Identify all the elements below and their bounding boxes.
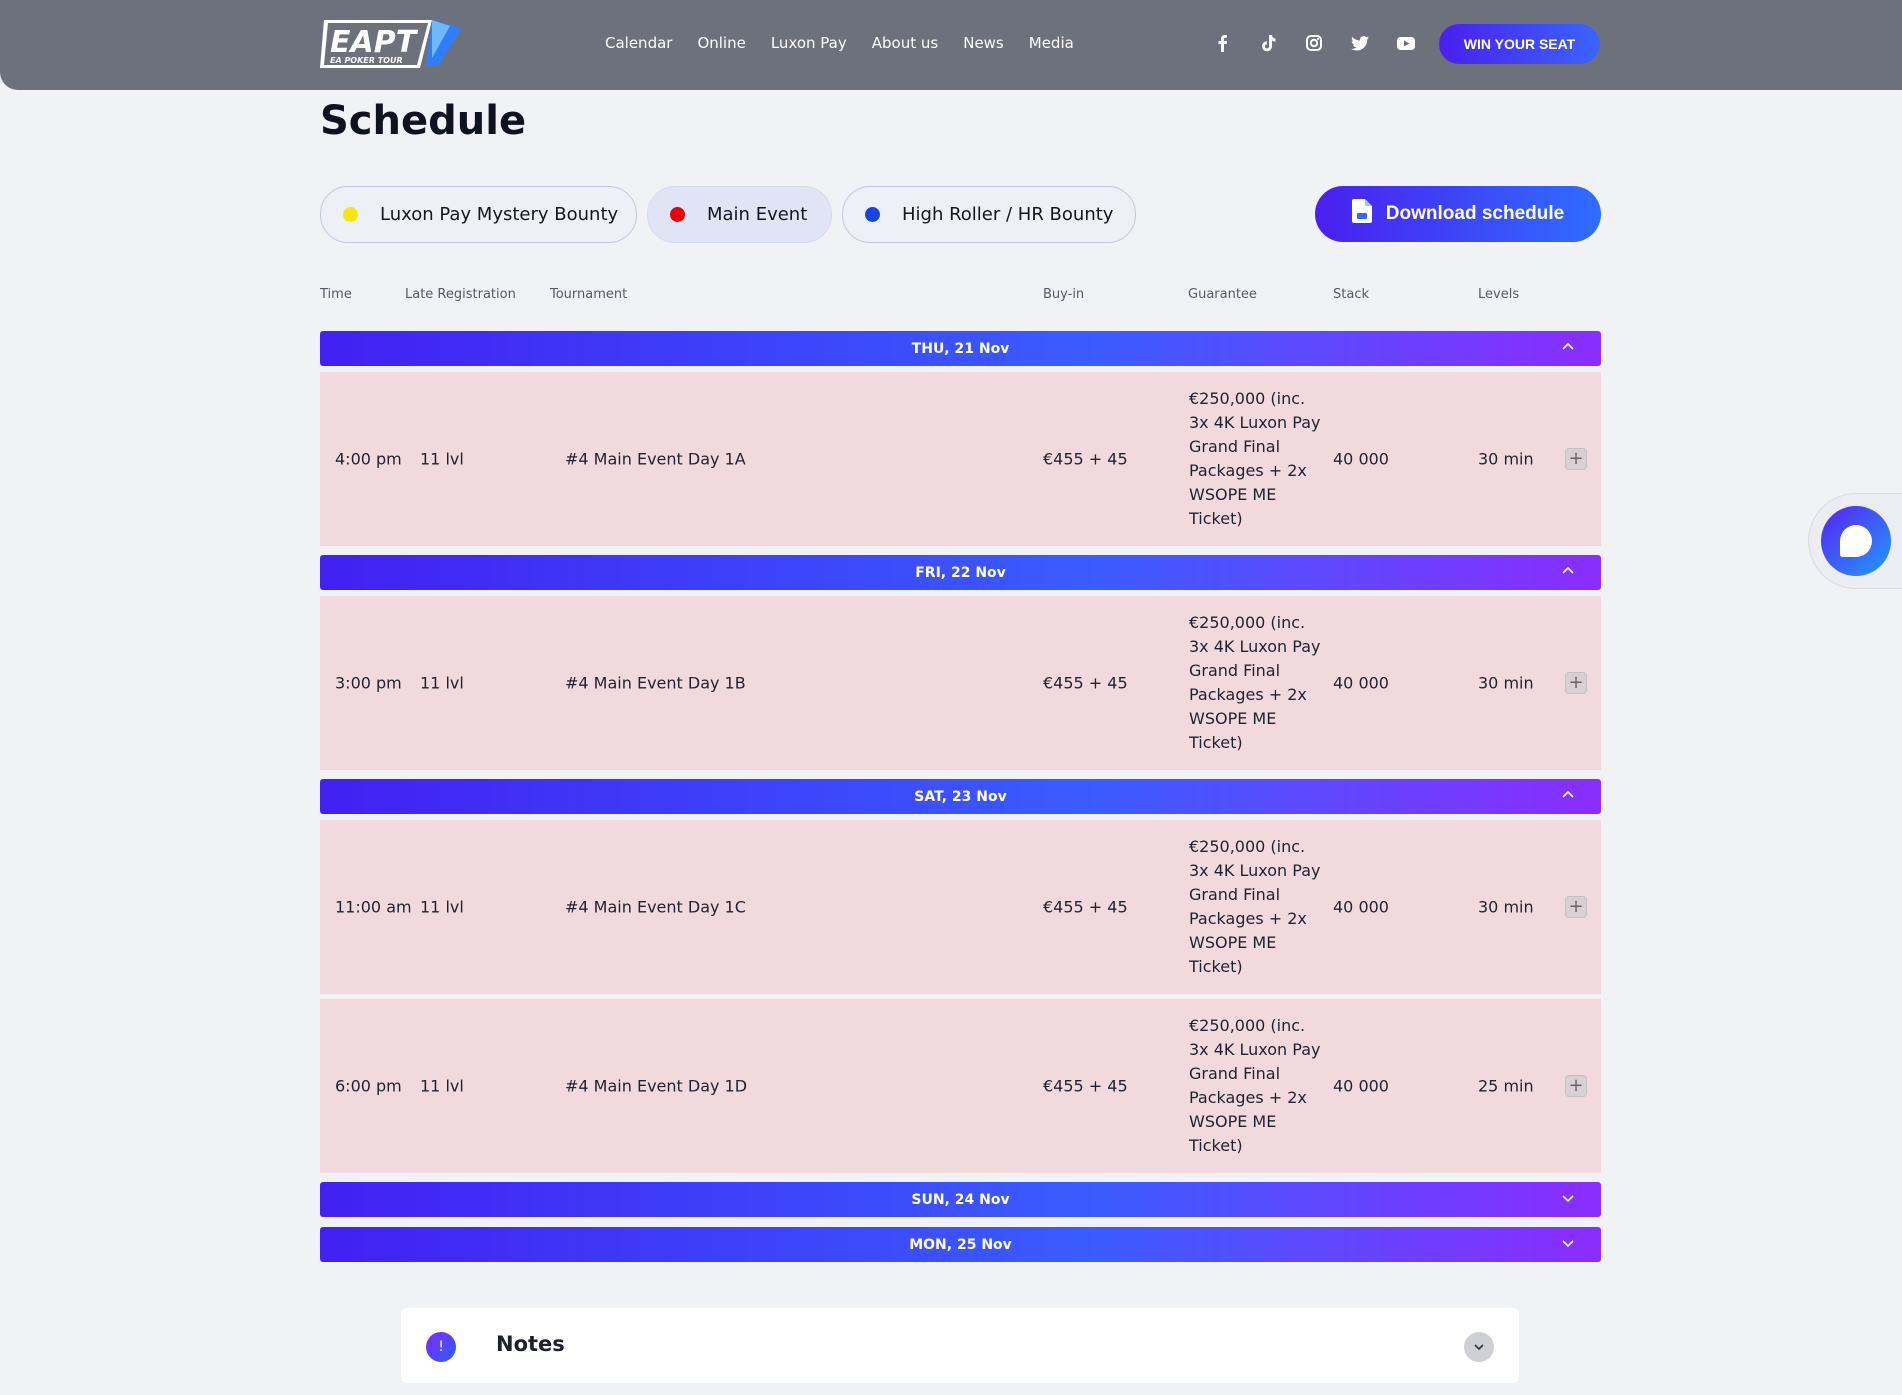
day-label: SAT, 23 Nov [914,788,1007,805]
event-late-reg: 11 lvl [420,897,464,917]
filter-label: Luxon Pay Mystery Bounty [380,204,619,225]
nav-online[interactable]: Online [697,34,745,52]
chat-icon [1821,506,1891,576]
col-time: Time [320,287,352,302]
tiktok-icon[interactable] [1256,26,1280,60]
event-time: 4:00 pm [335,449,402,469]
nav-news[interactable]: News [963,34,1004,52]
filter-main-event[interactable]: Main Event [647,186,832,243]
chevron-up-icon [1562,342,1574,350]
event-tournament: #4 Main Event Day 1C [565,897,746,917]
day-header-mon-25-nov[interactable]: MON, 25 Nov [320,1227,1601,1262]
chat-widget[interactable] [1808,493,1902,589]
nav-calendar[interactable]: Calendar [605,34,672,52]
site-header: EAPT EA POKER TOUR Calendar Online Luxon… [0,0,1902,90]
twitter-icon[interactable] [1348,26,1372,60]
notes-panel[interactable]: ! Notes [401,1308,1519,1383]
win-your-seat-button[interactable]: WIN YOUR SEAT [1439,24,1600,64]
day-label: THU, 21 Nov [911,340,1010,357]
event-tournament: #4 Main Event Day 1D [565,1076,748,1096]
event-guarantee: €250,000 (inc. 3x 4K Luxon Pay Grand Fin… [1189,1016,1321,1155]
event-levels: 30 min [1478,449,1534,469]
filter-label: High Roller / HR Bounty [902,204,1114,225]
day-header-sun-24-nov[interactable]: SUN, 24 Nov [320,1182,1601,1217]
event-stack: 40 000 [1333,1076,1389,1096]
col-levels: Levels [1478,287,1520,302]
main-nav: Calendar Online Luxon Pay About us News … [605,0,1074,86]
col-stack: Stack [1333,287,1369,302]
expand-plus-icon[interactable]: + [1565,896,1587,918]
event-levels: 30 min [1478,673,1534,693]
document-icon [1351,199,1372,229]
facebook-icon[interactable] [1210,26,1234,60]
filter-high-roller[interactable]: High Roller / HR Bounty [842,186,1136,243]
col-guarantee: Guarantee [1188,287,1257,302]
day-header-fri-22-nov[interactable]: FRI, 22 Nov [320,555,1601,590]
event-time: 6:00 pm [335,1076,402,1096]
page-title: Schedule [320,98,527,144]
download-schedule-label: Download schedule [1385,203,1565,224]
event-time: 11:00 am [335,897,412,917]
event-buy-in: €455 + 45 [1043,897,1128,917]
expand-plus-icon[interactable]: + [1565,448,1587,470]
event-time: 3:00 pm [335,673,402,693]
event-guarantee: €250,000 (inc. 3x 4K Luxon Pay Grand Fin… [1189,389,1321,528]
event-buy-in: €455 + 45 [1043,449,1128,469]
event-late-reg: 11 lvl [420,673,464,693]
filter-luxon-pay-mystery-bounty[interactable]: Luxon Pay Mystery Bounty [320,186,637,243]
expand-plus-icon[interactable]: + [1565,1075,1587,1097]
table-row[interactable]: 4:00 pm 11 lvl #4 Main Event Day 1A €455… [320,372,1601,546]
notes-label: Notes [496,1332,565,1356]
event-levels: 25 min [1478,1076,1534,1096]
event-guarantee: €250,000 (inc. 3x 4K Luxon Pay Grand Fin… [1189,837,1321,976]
chevron-up-icon [1562,790,1574,798]
event-late-reg: 11 lvl [420,449,464,469]
logo-text: EAPT [330,25,419,60]
chevron-down-icon [1562,1195,1574,1203]
day-label: MON, 25 Nov [909,1236,1012,1253]
filter-color-dot [343,207,358,222]
event-buy-in: €455 + 45 [1043,1076,1128,1096]
day-label: FRI, 22 Nov [915,564,1006,581]
nav-media[interactable]: Media [1029,34,1074,52]
info-icon: ! [426,1332,456,1362]
nav-about-us[interactable]: About us [872,34,938,52]
youtube-icon[interactable] [1394,26,1418,60]
event-stack: 40 000 [1333,897,1389,917]
event-stack: 40 000 [1333,673,1389,693]
download-schedule-button[interactable]: Download schedule [1315,186,1601,242]
chevron-down-icon[interactable] [1464,1332,1494,1362]
col-late-registration: Late Registration [405,287,516,302]
table-row[interactable]: 11:00 am 11 lvl #4 Main Event Day 1C €45… [320,820,1601,994]
nav-luxon-pay[interactable]: Luxon Pay [771,34,847,52]
event-levels: 30 min [1478,897,1534,917]
event-late-reg: 11 lvl [420,1076,464,1096]
social-links [1210,26,1418,60]
event-guarantee: €250,000 (inc. 3x 4K Luxon Pay Grand Fin… [1189,613,1321,752]
col-buy-in: Buy-in [1043,287,1085,302]
event-tournament: #4 Main Event Day 1A [565,449,746,469]
chevron-down-icon [1562,1240,1574,1248]
table-row[interactable]: 6:00 pm 11 lvl #4 Main Event Day 1D €455… [320,999,1601,1173]
day-header-thu-21-nov[interactable]: THU, 21 Nov [320,331,1601,366]
filter-color-dot [865,207,880,222]
event-stack: 40 000 [1333,449,1389,469]
day-label: SUN, 24 Nov [911,1191,1010,1208]
filter-label: Main Event [707,204,808,225]
col-tournament: Tournament [550,287,628,302]
day-header-sat-23-nov[interactable]: SAT, 23 Nov [320,779,1601,814]
eapt-logo[interactable]: EAPT EA POKER TOUR [320,18,462,70]
chevron-up-icon [1562,566,1574,574]
event-buy-in: €455 + 45 [1043,673,1128,693]
logo-subtext: EA POKER TOUR [330,56,403,65]
instagram-icon[interactable] [1302,26,1326,60]
expand-plus-icon[interactable]: + [1565,672,1587,694]
chat-bubble-icon [1840,525,1872,557]
event-tournament: #4 Main Event Day 1B [565,673,746,693]
filter-color-dot [670,207,685,222]
table-row[interactable]: 3:00 pm 11 lvl #4 Main Event Day 1B €455… [320,596,1601,770]
